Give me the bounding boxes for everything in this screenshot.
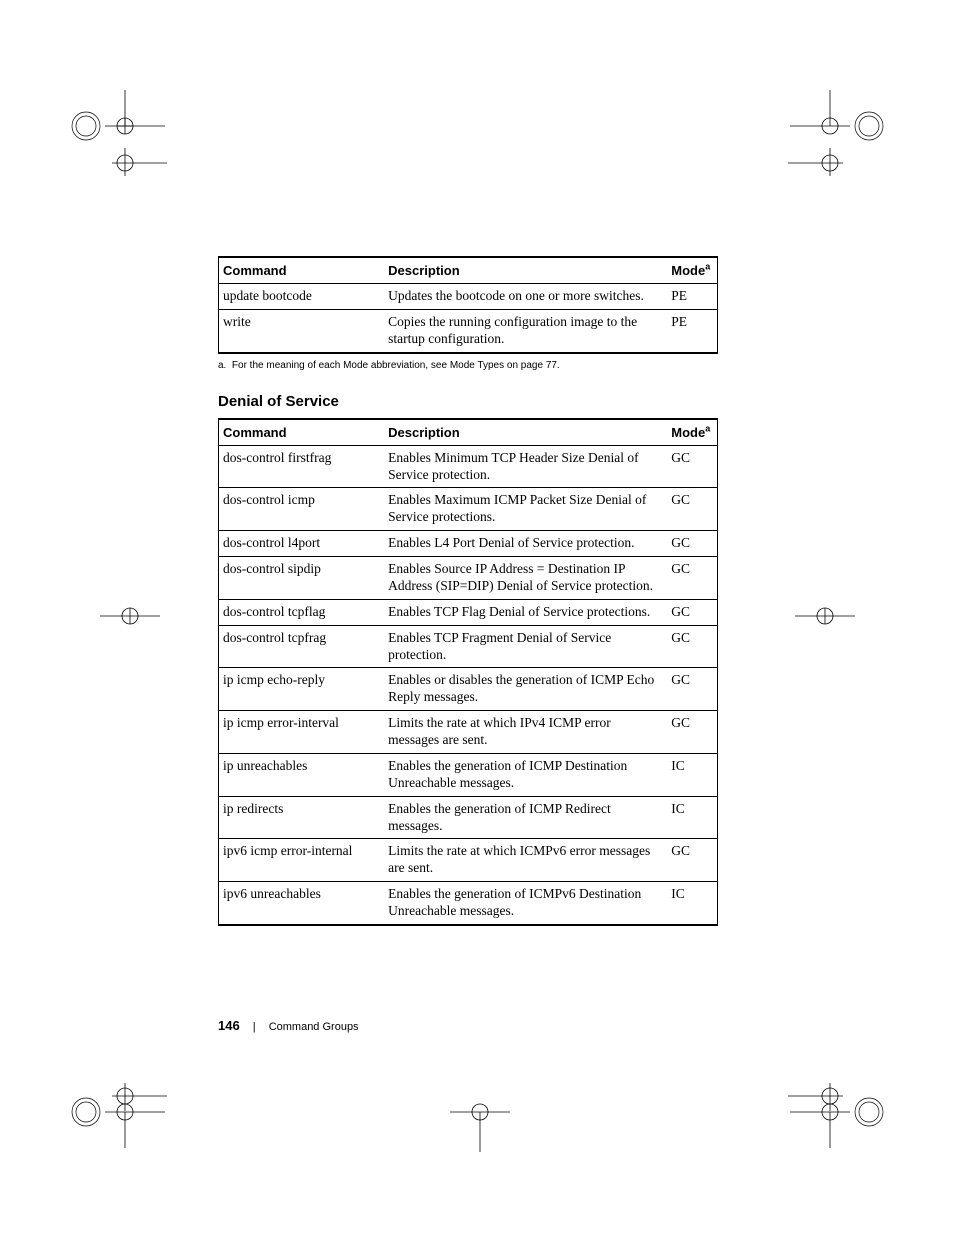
registration-mark-icon [785,1088,885,1148]
cell-description: Enables or disables the generation of IC… [384,668,667,711]
table-row: dos-control firstfragEnables Minimum TCP… [219,445,718,488]
cell-command: ip icmp echo-reply [219,668,385,711]
cell-command: ipv6 icmp error-internal [219,839,385,882]
cell-description: Enables TCP Flag Denial of Service prote… [384,599,667,625]
cell-description: Enables Maximum ICMP Packet Size Denial … [384,488,667,531]
table-commands-continued: Command Description Modea update bootcod… [218,256,718,354]
cell-command: dos-control l4port [219,531,385,557]
cell-command: write [219,309,385,352]
cell-command: dos-control sipdip [219,557,385,600]
cell-description: Updates the bootcode on one or more swit… [384,284,667,310]
table-row: ipv6 unreachablesEnables the generation … [219,882,718,925]
table-row: update bootcode Updates the bootcode on … [219,284,718,310]
cell-mode: GC [667,839,717,882]
cell-mode: GC [667,531,717,557]
cell-mode: IC [667,882,717,925]
table-row: ipv6 icmp error-internalLimits the rate … [219,839,718,882]
cell-mode: PE [667,284,717,310]
cell-description: Enables the generation of ICMPv6 Destina… [384,882,667,925]
cell-mode: GC [667,557,717,600]
cell-command: update bootcode [219,284,385,310]
cell-description: Enables TCP Fragment Denial of Service p… [384,625,667,668]
section-heading-denial-of-service: Denial of Service [218,393,718,410]
cell-command: dos-control icmp [219,488,385,531]
table-row: write Copies the running configuration i… [219,309,718,352]
cell-description: Enables Source IP Address = Destination … [384,557,667,600]
cell-description: Limits the rate at which ICMPv6 error me… [384,839,667,882]
cell-description: Enables L4 Port Denial of Service protec… [384,531,667,557]
crop-mark-icon [788,148,843,203]
table-row: ip unreachablesEnables the generation of… [219,753,718,796]
page-number: 146 [218,1018,240,1033]
table-row: ip icmp error-intervalLimits the rate at… [219,711,718,754]
cell-description: Copies the running configuration image t… [384,309,667,352]
table-row: ip redirectsEnables the generation of IC… [219,796,718,839]
cell-description: Enables the generation of ICMP Redirect … [384,796,667,839]
col-header-command: Command [219,419,385,446]
footer-separator: | [253,1021,256,1033]
registration-mark-icon [100,596,160,636]
registration-mark-icon [70,1088,165,1148]
footer-section-title: Command Groups [269,1021,359,1033]
cell-mode: IC [667,796,717,839]
crop-mark-icon [112,148,167,203]
registration-mark-icon [450,1092,510,1152]
table-row: ip icmp echo-replyEnables or disables th… [219,668,718,711]
table-row: dos-control icmpEnables Maximum ICMP Pac… [219,488,718,531]
col-header-mode: Modea [667,257,717,284]
cell-mode: IC [667,753,717,796]
cell-command: ip unreachables [219,753,385,796]
cell-mode: PE [667,309,717,352]
cell-description: Limits the rate at which IPv4 ICMP error… [384,711,667,754]
registration-mark-icon [795,596,855,636]
col-header-mode: Modea [667,419,717,446]
cell-command: dos-control firstfrag [219,445,385,488]
cell-description: Enables Minimum TCP Header Size Denial o… [384,445,667,488]
cell-description: Enables the generation of ICMP Destinati… [384,753,667,796]
cell-command: dos-control tcpfrag [219,625,385,668]
cell-command: dos-control tcpflag [219,599,385,625]
cell-command: ip redirects [219,796,385,839]
col-header-description: Description [384,257,667,284]
cell-mode: GC [667,599,717,625]
table-row: dos-control tcpflagEnables TCP Flag Deni… [219,599,718,625]
table-footnote: a. For the meaning of each Mode abbrevia… [218,360,718,371]
col-header-description: Description [384,419,667,446]
cell-mode: GC [667,625,717,668]
table-row: dos-control tcpfragEnables TCP Fragment … [219,625,718,668]
page-footer: 146 | Command Groups [218,1018,718,1033]
table-row: dos-control sipdipEnables Source IP Addr… [219,557,718,600]
table-denial-of-service: Command Description Modea dos-control fi… [218,418,718,926]
cell-mode: GC [667,445,717,488]
table-row: dos-control l4portEnables L4 Port Denial… [219,531,718,557]
cell-command: ip icmp error-interval [219,711,385,754]
col-header-command: Command [219,257,385,284]
cell-mode: GC [667,488,717,531]
cell-mode: GC [667,711,717,754]
cell-mode: GC [667,668,717,711]
cell-command: ipv6 unreachables [219,882,385,925]
